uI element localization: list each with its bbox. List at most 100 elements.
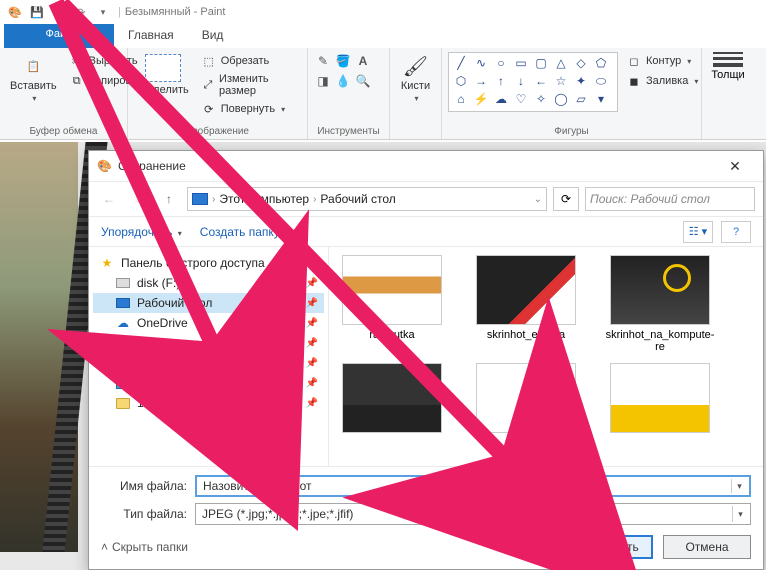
filename-input[interactable]: Назовите скриншот▾ (195, 475, 751, 497)
cancel-button[interactable]: Отмена (663, 535, 751, 559)
file-thumbnail (476, 255, 576, 325)
tree-label: 1 (137, 396, 144, 410)
new-folder-button[interactable]: Создать папку (200, 225, 280, 239)
undo-icon[interactable]: ↶ (51, 4, 67, 20)
resize-icon: ⤢ (201, 77, 215, 93)
rotate-button[interactable]: ⟳Повернуть▾ (199, 100, 301, 118)
tree-label: Документы (137, 336, 199, 350)
file-item[interactable]: skrinhot_na_kompute­re (605, 255, 715, 353)
shapes-gallery[interactable]: ╱∿○▭▢△◇⬠ ⬡→↑↓←☆✦⬭ ⌂⚡☁♡✧◯▱▾ (448, 52, 618, 112)
tools-grid: ✎ 🪣 A ◨ 💧 🔍 (314, 52, 372, 90)
file-name: raskrutka (369, 329, 414, 341)
tree-label: Панель быстрого доступа (121, 256, 265, 270)
tree-diskf[interactable]: disk (F:)📌 (93, 273, 324, 293)
chevron-down-icon[interactable]: ⌄ (534, 194, 542, 205)
fill-icon: ◼ (626, 73, 642, 89)
save-icon[interactable]: 💾 (29, 4, 45, 20)
canvas-image (0, 142, 78, 552)
breadcrumb-folder[interactable]: Рабочий стол (320, 192, 395, 206)
organize-button[interactable]: Упорядочить ▾ (101, 225, 182, 239)
chevron-down-icon[interactable]: ▾ (414, 94, 418, 103)
crop-button[interactable]: ⬚Обрезать (199, 52, 301, 70)
folder-icon (115, 396, 131, 410)
paste-label: Вставить (10, 80, 57, 92)
crop-label: Обрезать (221, 55, 270, 67)
pencil-tool[interactable]: ✎ (314, 52, 332, 70)
breadcrumb-root[interactable]: Этот компьютер (219, 192, 309, 206)
thickness-icon (713, 52, 743, 67)
refresh-button[interactable]: ⟳ (553, 187, 579, 211)
text-tool[interactable]: A (354, 52, 372, 70)
filetype-select[interactable]: JPEG (*.jpg;*.jpeg;*.jpe;*.jfif)▾ (195, 503, 751, 525)
save-button[interactable]: Сохранить (565, 535, 653, 559)
file-item[interactable]: raskrutka (337, 255, 447, 353)
ribbon-tabs: Файл Главная Вид (0, 24, 766, 48)
tree-quick-access[interactable]: ★Панель быстрого доступа (93, 253, 324, 273)
file-item[interactable]: skrinhot_ekrana (471, 255, 581, 353)
scissors-icon: ✂ (69, 53, 85, 69)
pin-icon: 📌 (306, 338, 318, 349)
tree-desktop[interactable]: Рабочий стол📌 (93, 293, 324, 313)
file-item[interactable] (605, 363, 715, 437)
chevron-up-icon: ˄ (101, 540, 108, 554)
title-bar: 🎨 💾 ↶ ↷ ▾ | Безымянный - Paint (0, 0, 766, 24)
eraser-tool[interactable]: ◨ (314, 72, 332, 90)
paste-button[interactable]: 📋 Вставить ▾ (6, 52, 61, 105)
file-item[interactable] (471, 363, 581, 437)
address-bar[interactable]: › Этот компьютер › Рабочий стол ⌄ (187, 187, 547, 211)
copy-icon: ⧉ (69, 73, 85, 89)
paint-app-icon: 🎨 (7, 4, 23, 20)
tree-documents[interactable]: Документы 📌 (93, 333, 324, 353)
ribbon: 📋 Вставить ▾ ✂Вырезать ⧉Копировать Буфер… (0, 48, 766, 140)
redo-icon[interactable]: ↷ (73, 4, 89, 20)
qat-customize-icon[interactable]: ▾ (95, 4, 111, 20)
nav-back-button[interactable]: ← (97, 187, 121, 211)
fill-label: Заливка (646, 75, 688, 87)
thickness-button[interactable]: Толщи (708, 52, 748, 81)
cloud-icon: ☁ (115, 316, 131, 330)
close-icon[interactable]: ✕ (715, 158, 755, 175)
file-item[interactable] (337, 363, 447, 437)
brush-button[interactable]: 🖌 Кисти ▾ (397, 52, 434, 105)
pin-icon: 📌 (306, 298, 318, 309)
chevron-down-icon: ▾ (178, 229, 182, 238)
select-label: Выделить (138, 84, 189, 96)
rotate-label: Повернуть (221, 103, 275, 115)
chevron-down-icon[interactable]: ▾ (162, 98, 166, 107)
chevron-down-icon[interactable]: ▾ (732, 506, 748, 522)
tree-onedrive[interactable]: ☁OneDrive📌 (93, 313, 324, 333)
shape-outline-button[interactable]: ◻Контур▾ (624, 52, 700, 70)
tree-label: Изображения (137, 376, 212, 390)
file-name: skrinhot_na_kompute­re (605, 329, 715, 353)
tree-folder-1[interactable]: 1📌 (93, 393, 324, 413)
magnifier-tool[interactable]: 🔍 (354, 72, 372, 90)
search-placeholder: Поиск: Рабочий стол (590, 192, 710, 206)
tab-view[interactable]: Вид (188, 24, 238, 48)
window-title: Безымянный - Paint (125, 6, 226, 18)
pin-icon: 📌 (306, 398, 318, 409)
chevron-down-icon[interactable]: ▾ (731, 479, 747, 493)
group-shapes-label: Фигуры (448, 124, 695, 137)
tree-downloads[interactable]: ⬇Загрузки📌 (93, 353, 324, 373)
view-mode-button[interactable]: ☷ ▾ (683, 221, 713, 243)
hide-folders-toggle[interactable]: ˄Скрыть папки (101, 540, 188, 554)
pin-icon: 📌 (306, 358, 318, 369)
tree-pictures[interactable]: Изображения📌 (93, 373, 324, 393)
tab-home[interactable]: Главная (114, 24, 188, 48)
nav-forward-button[interactable]: → (127, 187, 151, 211)
help-button[interactable]: ? (721, 221, 751, 243)
file-name: skrinhot_ekrana (487, 329, 565, 341)
search-input[interactable]: Поиск: Рабочий стол (585, 187, 755, 211)
nav-up-button[interactable]: ↑ (157, 187, 181, 211)
dialog-title: Сохранение (118, 159, 186, 173)
chevron-down-icon: ▾ (281, 105, 285, 114)
select-button[interactable]: Выделить ▾ (134, 52, 193, 109)
fill-tool[interactable]: 🪣 (334, 52, 352, 70)
group-tools-label: Инструменты (314, 124, 383, 137)
chevron-down-icon[interactable]: ▾ (32, 94, 36, 103)
tab-file[interactable]: Файл (4, 24, 114, 48)
pictures-icon (115, 376, 131, 390)
picker-tool[interactable]: 💧 (334, 72, 352, 90)
resize-button[interactable]: ⤢Изменить размер (199, 72, 301, 98)
shape-fill-button[interactable]: ◼Заливка▾ (624, 72, 700, 90)
